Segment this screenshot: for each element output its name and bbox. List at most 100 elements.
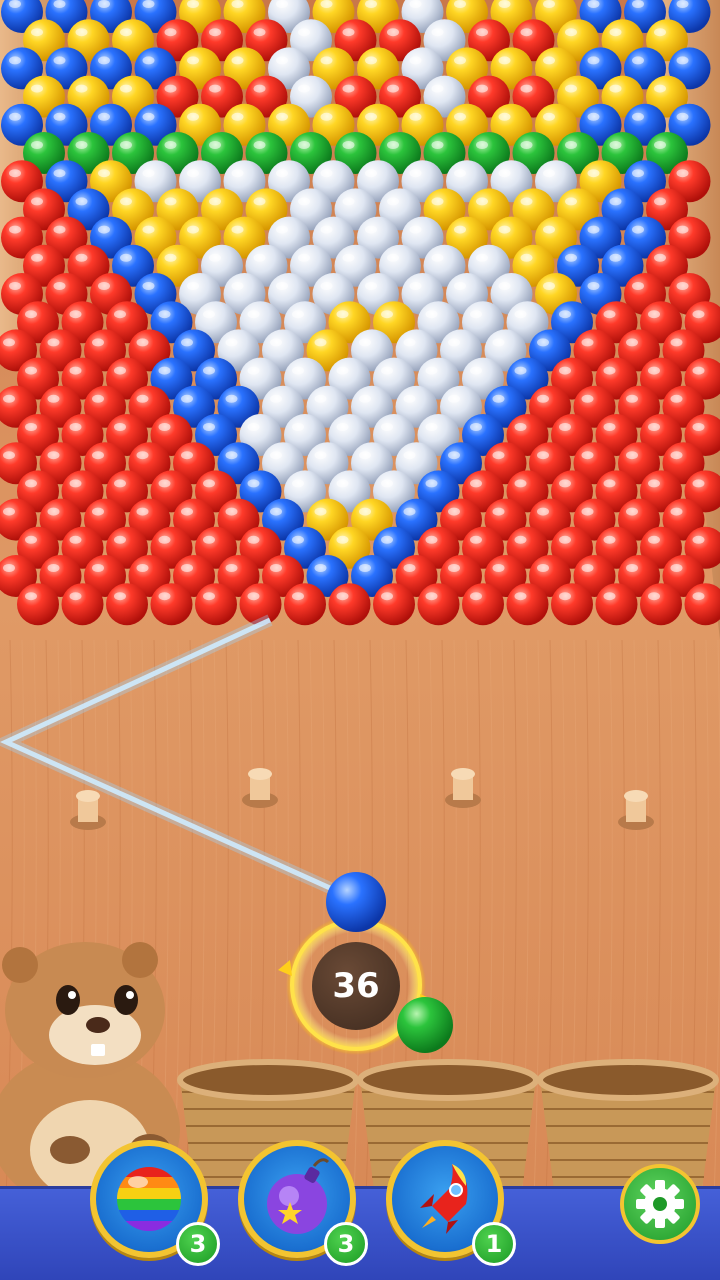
bubble-highlight — [53, 282, 66, 290]
bubble-cluster[interactable] — [0, 0, 720, 626]
bubble-highlight — [181, 338, 193, 347]
settings-button[interactable] — [620, 1164, 700, 1244]
bubble-highlight — [247, 535, 260, 544]
bubble-highlight — [270, 338, 282, 347]
bubble-highlight — [276, 169, 288, 178]
bubble-highlight — [603, 423, 616, 431]
bubble-highlight — [253, 197, 266, 206]
bubble-highlight — [520, 197, 533, 206]
bubble-highlight — [342, 253, 355, 262]
bubble-highlight — [431, 253, 444, 262]
bubble-highlight — [409, 169, 422, 178]
bubble-highlight — [164, 197, 177, 206]
bubble-red — [551, 583, 593, 626]
bubble-red — [506, 583, 549, 626]
bubble-highlight — [559, 310, 571, 319]
bubble-highlight — [69, 479, 82, 488]
bubble-highlight — [120, 197, 132, 206]
game-board[interactable] — [0, 0, 720, 1280]
bubble-highlight — [142, 282, 155, 290]
bubble-highlight — [270, 451, 282, 460]
rainbow-ball-booster-button[interactable]: 3 — [90, 1140, 220, 1266]
bubble-highlight — [9, 169, 21, 178]
bubble-highlight — [403, 507, 416, 516]
bubble-highlight — [387, 84, 399, 93]
bubble-highlight — [181, 394, 193, 403]
game-screen[interactable]: 36 3 3 1 — [0, 0, 720, 1280]
bubble-highlight — [387, 253, 399, 262]
bubble-highlight — [537, 507, 549, 516]
bubble-highlight — [537, 564, 549, 572]
rainbow-ball-count-badge: 3 — [176, 1222, 220, 1266]
bubble-highlight — [181, 451, 193, 460]
bubble-highlight — [692, 423, 705, 431]
bubble-highlight — [381, 535, 393, 544]
bubble-highlight — [270, 394, 282, 403]
bubble-highlight — [609, 197, 622, 206]
bubble-highlight — [559, 479, 571, 488]
bubble-highlight — [9, 56, 21, 65]
bubble-highlight — [431, 197, 444, 206]
bubble-highlight — [431, 84, 444, 93]
bubble-highlight — [336, 535, 349, 544]
bubble-highlight — [276, 112, 288, 121]
bubble-highlight — [98, 112, 110, 121]
bubble-highlight — [559, 592, 571, 601]
bubble-highlight — [158, 479, 171, 488]
rocket-booster-button[interactable]: 1 — [386, 1140, 516, 1266]
bubble-highlight — [142, 56, 155, 65]
bubble-highlight — [98, 169, 110, 178]
bubble-highlight — [298, 141, 310, 149]
bubble-highlight — [692, 535, 705, 544]
bubble-highlight — [581, 564, 594, 572]
bubble-highlight — [654, 28, 666, 37]
bubble-highlight — [47, 451, 60, 460]
bubble-highlight — [476, 197, 488, 206]
bubble-highlight — [92, 451, 104, 460]
bubble-highlight — [142, 112, 155, 121]
bubble-highlight — [120, 141, 132, 149]
bubble-highlight — [225, 507, 238, 516]
bubble-highlight — [69, 310, 82, 319]
bomb-booster-button[interactable]: 3 — [238, 1140, 368, 1266]
current-ball[interactable] — [326, 872, 386, 932]
bubble-highlight — [365, 225, 377, 234]
bubble-highlight — [470, 479, 482, 488]
bubble-highlight — [381, 423, 393, 431]
bubble-highlight — [476, 253, 488, 262]
bubble-highlight — [492, 394, 505, 403]
rocket-count-badge: 1 — [472, 1222, 516, 1266]
bubble-highlight — [632, 282, 644, 290]
bubble-red — [373, 583, 415, 626]
bubble-highlight — [492, 338, 505, 347]
bubble-highlight — [537, 338, 549, 347]
bubble-highlight — [187, 56, 199, 65]
bubble-highlight — [231, 225, 244, 234]
bubble-highlight — [498, 56, 511, 65]
bubble-highlight — [247, 479, 260, 488]
bubble-highlight — [298, 84, 310, 93]
bubble-highlight — [648, 310, 660, 319]
bubble-highlight — [247, 592, 260, 601]
bubble-highlight — [409, 225, 422, 234]
bubble-highlight — [203, 310, 215, 319]
bubble-highlight — [92, 507, 104, 516]
bubble-highlight — [403, 451, 416, 460]
bubble-highlight — [203, 423, 215, 431]
bubble-highlight — [9, 0, 21, 8]
bubble-highlight — [187, 282, 199, 290]
bubble-highlight — [609, 141, 622, 149]
bubble-highlight — [648, 592, 660, 601]
bubble-highlight — [181, 507, 193, 516]
next-ball[interactable] — [397, 997, 453, 1053]
bubble-highlight — [314, 338, 327, 347]
bubble-highlight — [454, 225, 466, 234]
bubble-highlight — [320, 225, 333, 234]
bubble-highlight — [403, 394, 416, 403]
bubble-highlight — [320, 112, 333, 121]
bubble-highlight — [603, 592, 616, 601]
bubble-highlight — [632, 225, 644, 234]
bubble-highlight — [648, 423, 660, 431]
bubble-highlight — [292, 479, 304, 488]
bubble-red — [417, 583, 460, 626]
